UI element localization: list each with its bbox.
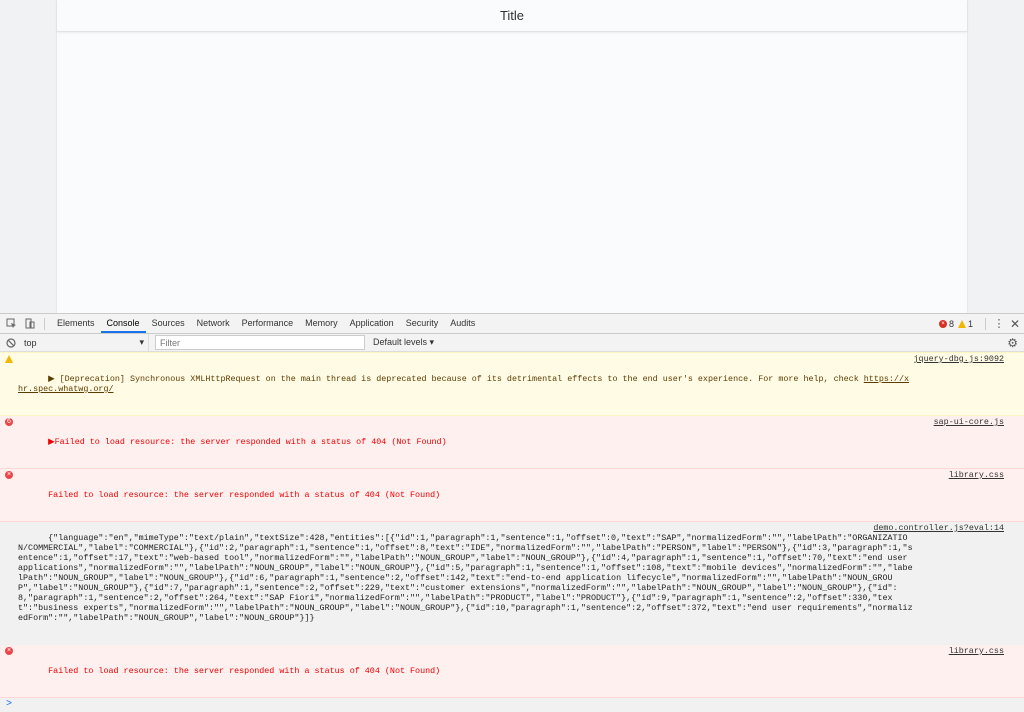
close-icon[interactable]: ✕ xyxy=(1006,317,1024,331)
tab-performance[interactable]: Performance xyxy=(236,314,300,333)
gear-icon[interactable]: ⚙ xyxy=(1007,336,1018,350)
console-message-error: × Failed to load resource: the server re… xyxy=(0,469,1024,522)
warning-count: 1 xyxy=(967,318,973,329)
console-toolbar: top ▾ Default levels ▾ ⚙ xyxy=(0,334,1024,352)
filter-input[interactable] xyxy=(155,335,365,350)
tab-elements[interactable]: Elements xyxy=(51,314,101,333)
warning-icon xyxy=(5,355,13,363)
console-message-log: {"language":"en","mimeType":"text/plain"… xyxy=(0,522,1024,645)
devtools-tabbar: Elements Console Sources Network Perform… xyxy=(0,314,1024,334)
tabbar-divider xyxy=(44,317,45,330)
console-message-error: 6 ▶Failed to load resource: the server r… xyxy=(0,416,1024,469)
tab-console[interactable]: Console xyxy=(100,314,146,333)
message-source-link[interactable]: jquery-dbg.js:9092 xyxy=(914,354,1004,364)
tab-memory[interactable]: Memory xyxy=(299,314,344,333)
tab-network[interactable]: Network xyxy=(191,314,236,333)
error-icon: × xyxy=(5,471,13,479)
devtools-panel: Elements Console Sources Network Perform… xyxy=(0,313,1024,710)
message-source-link[interactable]: demo.controller.js?eval:14 xyxy=(873,523,1004,533)
error-icon: × xyxy=(938,319,947,328)
chevron-down-icon: ▾ xyxy=(139,337,144,347)
console-message-warning: ▶ [Deprecation] Synchronous XMLHttpReque… xyxy=(0,352,1024,416)
page-title: Title xyxy=(499,8,525,23)
app-shell: Title xyxy=(57,0,967,313)
console-prompt[interactable]: > xyxy=(0,698,1024,712)
inspect-element-icon[interactable] xyxy=(4,317,18,331)
error-icon: × xyxy=(5,647,13,655)
tabbar-right-divider xyxy=(985,317,986,330)
device-toolbar-icon[interactable] xyxy=(22,317,36,331)
message-text: {"language":"en","mimeType":"text/plain"… xyxy=(18,533,913,623)
clear-console-icon[interactable] xyxy=(4,336,18,350)
tab-security[interactable]: Security xyxy=(400,314,445,333)
warning-icon xyxy=(957,319,966,328)
console-output: ▶ [Deprecation] Synchronous XMLHttpReque… xyxy=(0,352,1024,712)
tab-audits[interactable]: Audits xyxy=(444,314,481,333)
message-text[interactable]: ▶Failed to load resource: the server res… xyxy=(48,437,446,447)
tab-application[interactable]: Application xyxy=(344,314,400,333)
error-counter[interactable]: × 8 xyxy=(938,318,954,329)
tab-sources[interactable]: Sources xyxy=(146,314,191,333)
context-value: top xyxy=(24,337,37,348)
message-text: Failed to load resource: the server resp… xyxy=(48,490,441,500)
message-source-link[interactable]: library.css xyxy=(949,470,1004,480)
more-options-icon[interactable]: ⋮ xyxy=(992,317,1006,330)
error-count-badge: 6 xyxy=(5,418,13,426)
message-text: Failed to load resource: the server resp… xyxy=(48,666,441,676)
warning-counter[interactable]: 1 xyxy=(957,318,973,329)
tabbar-right: × 8 1 ⋮ ✕ xyxy=(938,314,1024,333)
message-source-link[interactable]: sap-ui-core.js xyxy=(934,417,1004,427)
log-levels-dropdown[interactable]: Default levels ▾ xyxy=(373,337,434,348)
message-source-link[interactable]: library.css xyxy=(949,646,1004,656)
error-count: 8 xyxy=(948,318,954,329)
app-header: Title xyxy=(57,0,967,32)
context-select[interactable]: top ▾ xyxy=(18,334,149,351)
console-message-error: × Failed to load resource: the server re… xyxy=(0,645,1024,698)
message-text: ▶ [Deprecation] Synchronous XMLHttpReque… xyxy=(48,374,864,384)
